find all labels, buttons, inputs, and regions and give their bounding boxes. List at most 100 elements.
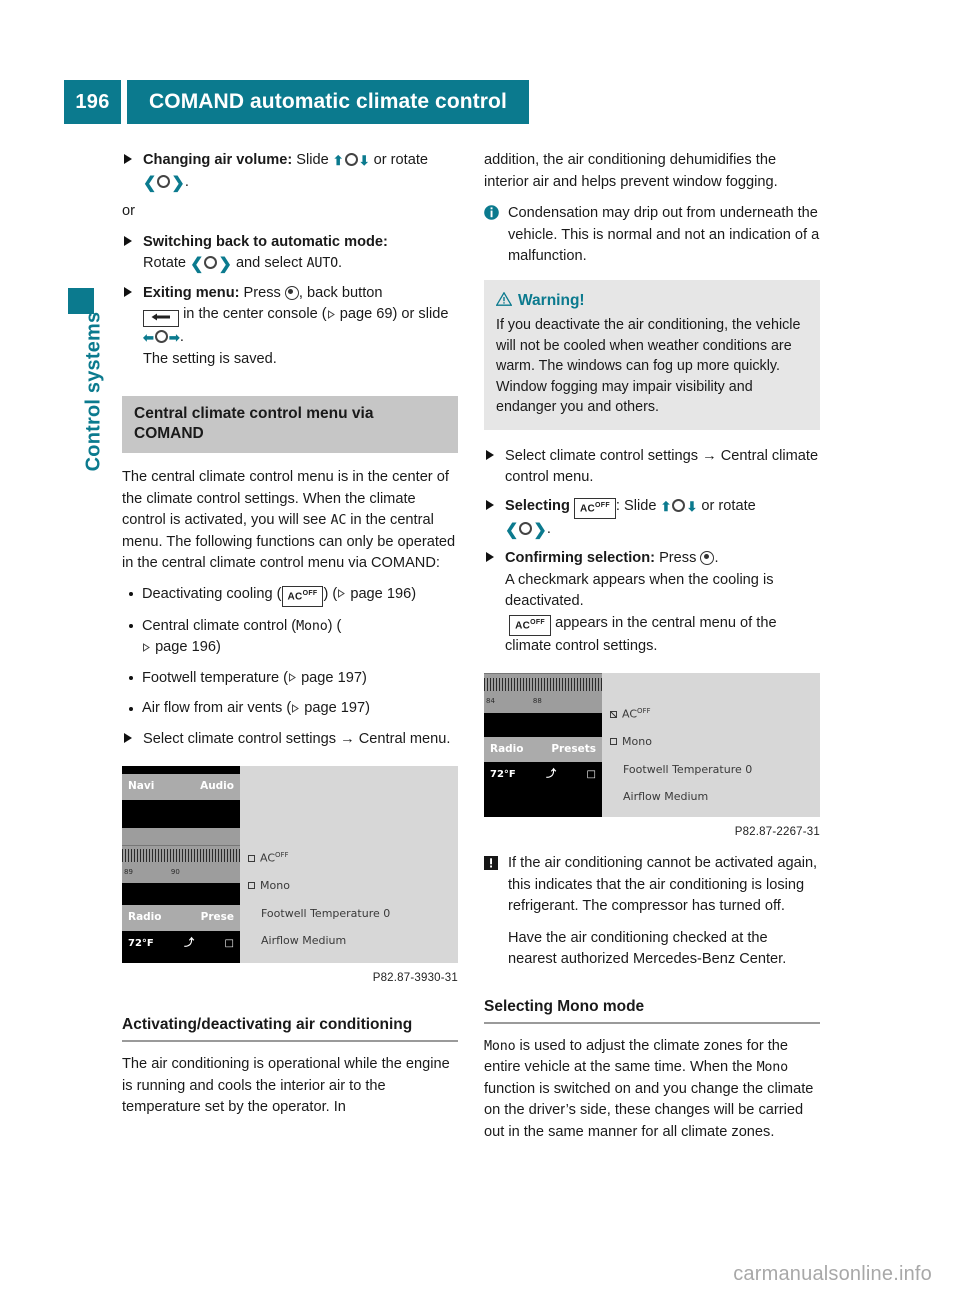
step-text-a: : Slide <box>615 497 657 514</box>
bullet-dot-icon <box>129 592 133 596</box>
comand-screen-right-pane: ACOFF Mono Footwell Temperature 0 Airflo… <box>240 766 458 963</box>
tuner-labels: 89 90 <box>122 862 240 884</box>
step-text: Press <box>243 284 281 301</box>
mono-display-value-b: Mono <box>756 1060 789 1076</box>
step-text-4: ) or slide <box>392 306 449 322</box>
comand-menu-item-footwell[interactable]: Footwell Temperature 0 <box>240 900 458 928</box>
mono-text-b: is used to adjust the climate zones for … <box>484 1037 789 1076</box>
mono-display-value-a: Mono <box>484 1038 516 1054</box>
checkbox-checked-icon[interactable] <box>610 710 617 718</box>
checkbox-icon[interactable] <box>248 882 255 890</box>
rotate-right-icon: ❯ <box>171 174 185 192</box>
menu-label-sup: OFF <box>275 851 289 859</box>
step-triangle-icon <box>124 286 132 297</box>
step-exiting-menu: Exiting menu: Press , back button in the… <box>122 283 458 371</box>
step-label: Exiting menu: <box>143 284 240 301</box>
site-watermark: carmanualsonline.info <box>733 1263 932 1285</box>
comand-status-bar: 72°F ⤴ □ <box>122 930 240 956</box>
comand-tab-audio[interactable]: Audio <box>200 776 234 798</box>
comand-menu-item-airflow[interactable]: Airflow Medium <box>240 927 458 955</box>
comand-menu-item-airflow[interactable]: Airflow Medium <box>602 783 820 811</box>
status-icon: □ <box>586 769 596 780</box>
bullet-dot-icon <box>129 624 133 628</box>
step-result-a: A checkmark appears when the cooling is … <box>505 571 774 610</box>
list-item: Central climate control (Mono) ( page 19… <box>122 616 458 659</box>
softkey-presets[interactable]: Presets <box>551 739 596 761</box>
step-text-a: Select climate control settings <box>505 447 699 464</box>
tuner-high-label: 90 <box>170 867 180 876</box>
comand-status-bar: 72°F ⤴ □ <box>484 762 602 788</box>
step-text-2: , back button <box>298 284 383 301</box>
step-triangle-icon <box>124 732 132 743</box>
bullet-text-b: ) ( <box>327 617 342 634</box>
page-reference[interactable]: page 196 <box>350 586 411 602</box>
step-changing-air-volume: Changing air volume: Slide ⬆ ⬇ or rotate … <box>122 150 458 194</box>
step-text-a: Select climate control settings <box>143 730 337 747</box>
step-label: Changing air volume: <box>143 152 293 168</box>
bullet-text-c: ) <box>361 669 367 686</box>
info-icon-glyph <box>484 205 499 220</box>
step-text: Slide <box>296 152 329 168</box>
bullet-dot-icon <box>129 676 133 680</box>
page-reference[interactable]: page 196 <box>155 639 216 655</box>
tuner-low-label: 84 <box>486 697 495 705</box>
rotate-left-icon: ❮ <box>505 521 519 539</box>
page-reference[interactable]: page 197 <box>304 700 365 716</box>
step-triangle-icon <box>486 449 494 460</box>
auto-value: AUTO <box>306 256 339 271</box>
tuner-ticks <box>484 678 602 691</box>
page-reference[interactable]: page 69 <box>340 306 393 322</box>
comand-softkeys[interactable]: Radio Presets <box>484 736 602 762</box>
caution-note: If the air conditioning cannot be activa… <box>484 853 820 918</box>
rotate-right-icon: ❯ <box>533 521 547 539</box>
figure-caption: P82.87-3930-31 <box>372 971 458 984</box>
checkbox-icon[interactable] <box>610 738 617 746</box>
arrow-right-icon: → <box>702 447 717 464</box>
cross-reference-icon <box>338 589 346 599</box>
step-text-b: or rotate <box>701 497 756 514</box>
comand-menu-item-footwell[interactable]: Footwell Temperature 0 <box>602 756 820 784</box>
menu-label: Mono <box>622 735 652 749</box>
arrow-right-icon: → <box>340 730 355 747</box>
bullet-text-a: Central climate control ( <box>142 617 297 634</box>
caution-note-secondary: Have the air conditioning checked at the… <box>508 929 787 968</box>
section-heading: Central climate control menu via COMAND <box>122 396 458 453</box>
controller-ring-icon <box>519 521 533 535</box>
caution-icon-glyph <box>484 856 498 871</box>
step-label: Switching back to automatic mode: <box>143 233 388 250</box>
info-icon <box>484 205 499 228</box>
softkey-radio[interactable]: Radio <box>128 907 162 929</box>
menu-label-sup: OFF <box>637 707 651 715</box>
comand-menu-item-mono[interactable]: Mono <box>602 728 820 756</box>
tuner-ticks <box>122 848 240 862</box>
step-switching-back-auto: Switching back to automatic mode: Rotate… <box>122 232 458 276</box>
step-text-b: Central menu. <box>358 730 451 747</box>
comand-screen-mock: Navi Audio 89 90 Radio Prese 72°F ⤴ □ AC… <box>122 766 458 963</box>
step-text-3: in the center console ( <box>183 306 327 322</box>
comand-black-row-2 <box>122 883 240 905</box>
comand-menu-item-ac-off[interactable]: ACOFF <box>240 842 458 872</box>
rotate-left-icon: ❮ <box>143 174 157 192</box>
page-reference[interactable]: page 197 <box>301 670 362 686</box>
comand-softkeys[interactable]: Radio Prese <box>122 905 240 931</box>
sub-heading-activating-ac: Activating/deactivating air conditioning <box>122 1015 458 1043</box>
controller-ring-icon <box>672 498 686 512</box>
bullet-text-c: ) <box>365 700 371 716</box>
softkey-presets[interactable]: Prese <box>201 907 234 929</box>
comand-tab-navi[interactable]: Navi <box>128 776 154 798</box>
warning-body: If you deactivate the air conditioning, … <box>496 317 801 415</box>
tuner-labels: 84 88 <box>484 691 602 713</box>
slide-down-icon: ⬇ <box>358 153 370 168</box>
info-note-text: Condensation may drip out from underneat… <box>508 205 820 264</box>
step-label: Confirming selection: <box>505 550 655 566</box>
step-text: Rotate <box>143 255 186 271</box>
step-triangle-icon <box>124 154 132 164</box>
checkbox-icon[interactable] <box>248 854 255 862</box>
comand-tabs[interactable]: Navi Audio <box>122 774 240 800</box>
comand-menu-item-ac-off[interactable]: ACOFF <box>602 698 820 728</box>
softkey-radio[interactable]: Radio <box>490 739 524 761</box>
comand-menu-item-mono[interactable]: Mono <box>240 872 458 900</box>
menu-label: AC <box>622 707 638 721</box>
controller-ring-icon <box>344 153 358 166</box>
sidebar-tab-label: Control systems <box>82 311 105 472</box>
